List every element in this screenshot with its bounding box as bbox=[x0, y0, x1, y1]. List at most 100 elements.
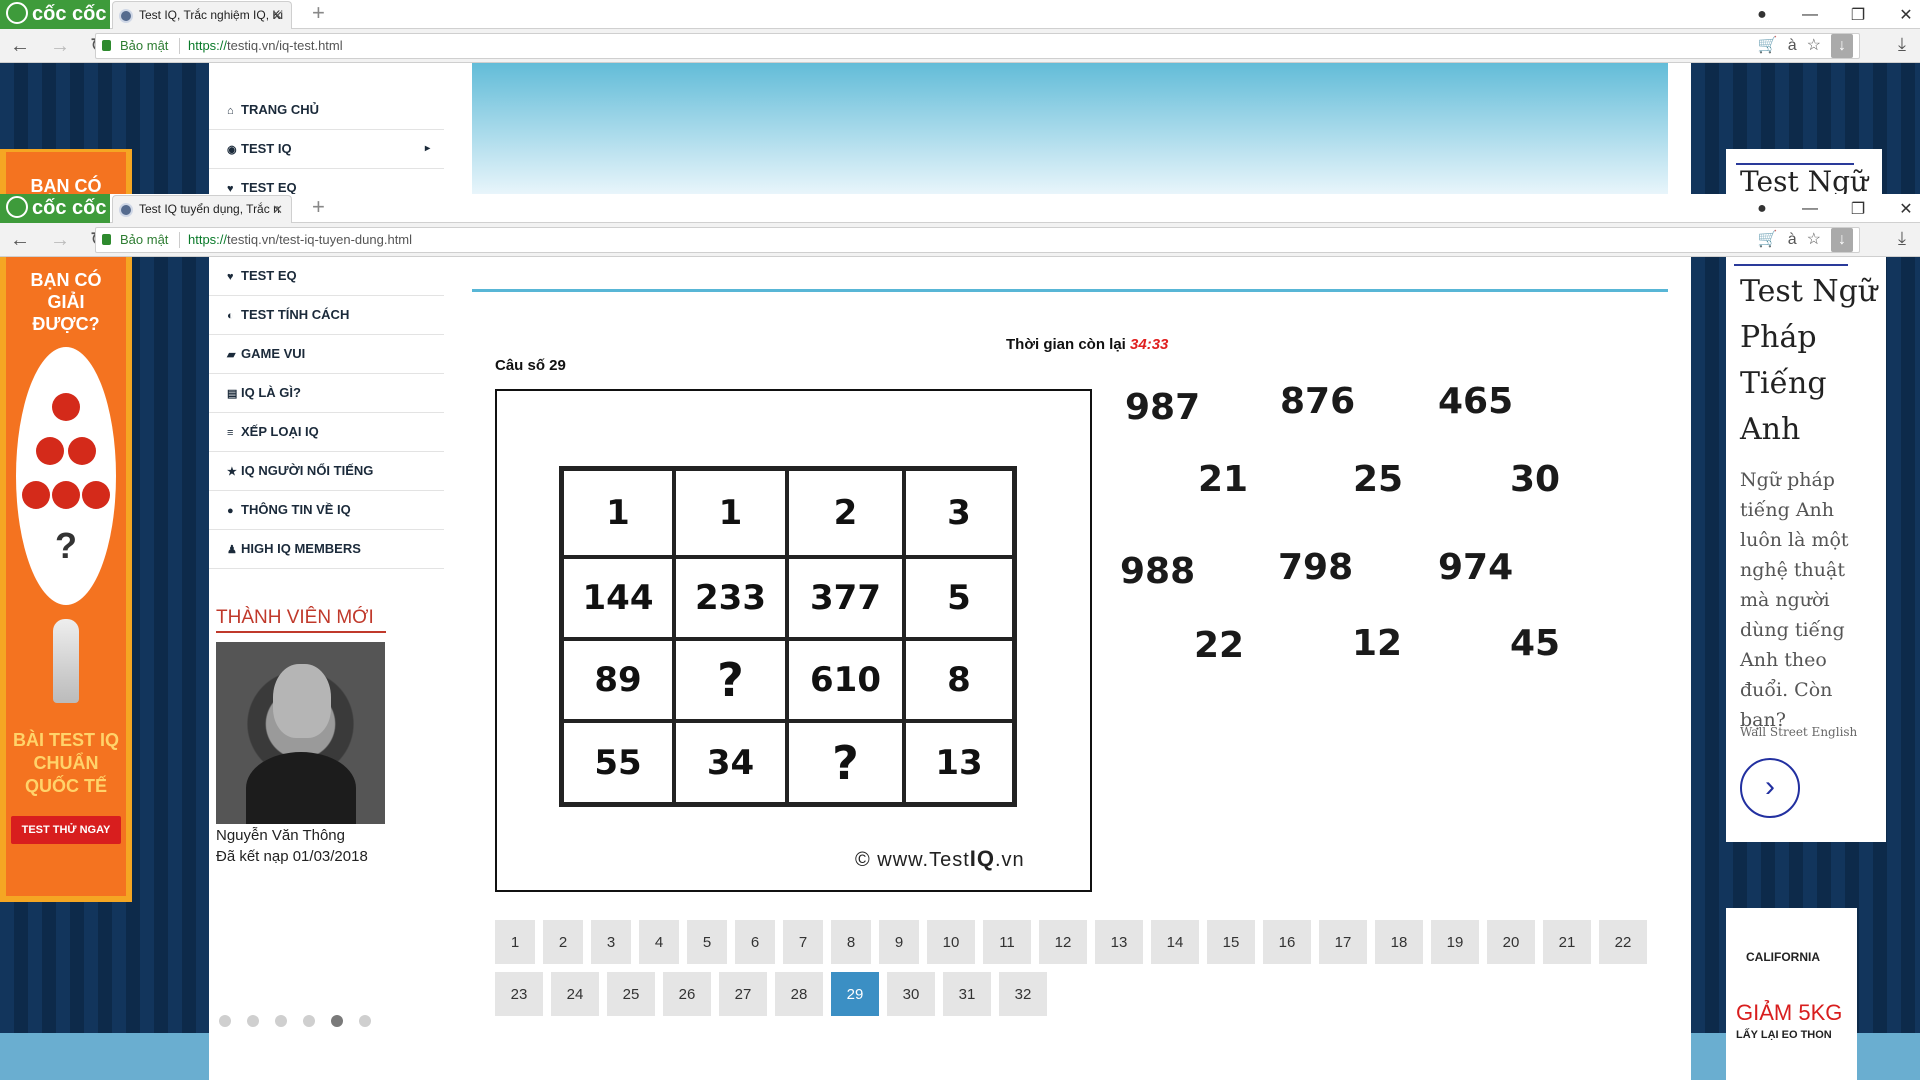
page-button[interactable]: 14 bbox=[1151, 920, 1199, 964]
answer-option[interactable]: 22 bbox=[1194, 625, 1244, 666]
ad-right-banner[interactable]: Test Ngữ Pháp Tiếng Anh Ngữ pháp tiếng A… bbox=[1726, 257, 1886, 842]
carousel-dot[interactable] bbox=[219, 1015, 231, 1027]
page-button[interactable]: 30 bbox=[887, 972, 935, 1016]
page-button[interactable]: 15 bbox=[1207, 920, 1255, 964]
forward-arrow-icon[interactable]: → bbox=[50, 34, 70, 58]
test-now-button[interactable]: TEST THỬ NGAY bbox=[11, 816, 121, 844]
download-arrow-icon[interactable]: ↓ bbox=[1831, 228, 1853, 252]
carousel-dot[interactable] bbox=[247, 1015, 259, 1027]
coccoc-logo[interactable]: cốc cốc bbox=[0, 194, 110, 223]
account-icon[interactable]: ● bbox=[1754, 6, 1770, 24]
bookmark-star-icon[interactable]: ☆ bbox=[1807, 228, 1821, 252]
page-button[interactable]: 24 bbox=[551, 972, 599, 1016]
menu-item-test-eq[interactable]: ♥ TEST EQ bbox=[209, 169, 444, 195]
cart-icon[interactable]: 🛒 bbox=[1758, 228, 1778, 252]
page-button[interactable]: 23 bbox=[495, 972, 543, 1016]
ad-left-back[interactable]: BẠN CÓ bbox=[0, 149, 132, 196]
ad-left-banner[interactable]: BẠN CÓ GIẢI ĐƯỢC? ? BÀI TEST IQ CHUẨN QUỐC T… bbox=[0, 257, 132, 902]
minimize-icon[interactable]: — bbox=[1802, 6, 1818, 24]
new-tab-icon[interactable]: + bbox=[312, 0, 325, 26]
carousel-dot[interactable] bbox=[275, 1015, 287, 1027]
page-button[interactable]: 13 bbox=[1095, 920, 1143, 964]
page-button[interactable]: 12 bbox=[1039, 920, 1087, 964]
page-button[interactable]: 10 bbox=[927, 920, 975, 964]
page-button[interactable]: 18 bbox=[1375, 920, 1423, 964]
page-button[interactable]: 5 bbox=[687, 920, 727, 964]
page-button[interactable]: 3 bbox=[591, 920, 631, 964]
downloads-icon[interactable]: ⤓ bbox=[1898, 228, 1906, 249]
answer-option[interactable]: 21 bbox=[1198, 459, 1248, 500]
omnibox[interactable]: Bảo mật https://testiq.vn/test-iq-tuyen-… bbox=[95, 227, 1860, 253]
page-button[interactable]: 31 bbox=[943, 972, 991, 1016]
menu-item-games[interactable]: ▰ GAME VUI bbox=[209, 335, 444, 374]
translate-icon[interactable]: à bbox=[1788, 34, 1797, 58]
answer-option[interactable]: 987 bbox=[1125, 387, 1200, 428]
account-icon[interactable]: ● bbox=[1754, 200, 1770, 218]
page-button-active[interactable]: 29 bbox=[831, 972, 879, 1016]
page-button[interactable]: 25 bbox=[607, 972, 655, 1016]
forward-arrow-icon[interactable]: → bbox=[50, 228, 70, 252]
menu-item-what-is-iq[interactable]: ▤ IQ LÀ GÌ? bbox=[209, 374, 444, 413]
answer-option[interactable]: 974 bbox=[1438, 547, 1513, 588]
page-button[interactable]: 8 bbox=[831, 920, 871, 964]
tab-close-icon[interactable]: ✕ bbox=[272, 196, 283, 223]
member-avatar[interactable] bbox=[216, 642, 385, 824]
answer-option[interactable]: 798 bbox=[1278, 547, 1353, 588]
member-name[interactable]: Nguyễn Văn Thông bbox=[216, 827, 345, 844]
page-button[interactable]: 17 bbox=[1319, 920, 1367, 964]
page-button[interactable]: 16 bbox=[1263, 920, 1311, 964]
downloads-icon[interactable]: ⤓ bbox=[1898, 34, 1906, 55]
page-button[interactable]: 9 bbox=[879, 920, 919, 964]
browser-tab[interactable]: Test IQ, Trắc nghiệm IQ, Ki ✕ bbox=[112, 1, 292, 29]
minimize-icon[interactable]: — bbox=[1802, 200, 1818, 218]
carousel-dot[interactable] bbox=[303, 1015, 315, 1027]
page-button[interactable]: 7 bbox=[783, 920, 823, 964]
tab-close-icon[interactable]: ✕ bbox=[272, 2, 283, 29]
translate-icon[interactable]: à bbox=[1788, 228, 1797, 252]
answer-option[interactable]: 988 bbox=[1120, 551, 1195, 592]
page-button[interactable]: 6 bbox=[735, 920, 775, 964]
menu-item-test-eq[interactable]: ♥ TEST EQ bbox=[209, 257, 444, 296]
page-button[interactable]: 21 bbox=[1543, 920, 1591, 964]
page-button[interactable]: 32 bbox=[999, 972, 1047, 1016]
answer-option[interactable]: 876 bbox=[1280, 381, 1355, 422]
ad-right-banner-2[interactable]: CALIFORNIA GIẢM 5KG LẤY LẠI EO THON bbox=[1726, 908, 1857, 1080]
download-arrow-icon[interactable]: ↓ bbox=[1831, 34, 1853, 58]
restore-icon[interactable]: ❐ bbox=[1850, 5, 1866, 25]
back-arrow-icon[interactable]: ← bbox=[10, 34, 30, 58]
page-button[interactable]: 22 bbox=[1599, 920, 1647, 964]
answer-option[interactable]: 25 bbox=[1353, 459, 1403, 500]
close-window-icon[interactable]: ✕ bbox=[1898, 5, 1914, 25]
cart-icon[interactable]: 🛒 bbox=[1758, 34, 1778, 58]
omnibox[interactable]: Bảo mật https://testiq.vn/iq-test.html 🛒… bbox=[95, 33, 1860, 59]
menu-item-iq-ranking[interactable]: ≡ XẾP LOẠI IQ bbox=[209, 413, 444, 452]
page-button[interactable]: 28 bbox=[775, 972, 823, 1016]
page-button[interactable]: 20 bbox=[1487, 920, 1535, 964]
answer-option[interactable]: 12 bbox=[1352, 623, 1402, 664]
carousel-dot[interactable] bbox=[331, 1015, 343, 1027]
page-button[interactable]: 26 bbox=[663, 972, 711, 1016]
ad-right-back[interactable]: Test Ngữ bbox=[1726, 149, 1882, 194]
menu-item-famous-iq[interactable]: ★ IQ NGƯỜI NỔI TIẾNG bbox=[209, 452, 444, 491]
menu-item-test-iq[interactable]: ◉ TEST IQ ▸ bbox=[209, 130, 444, 169]
coccoc-logo[interactable]: cốc cốc bbox=[0, 0, 110, 29]
bookmark-star-icon[interactable]: ☆ bbox=[1807, 34, 1821, 58]
browser-tab[interactable]: Test IQ tuyển dụng, Trắc n ✕ bbox=[112, 195, 292, 223]
page-button[interactable]: 11 bbox=[983, 920, 1031, 964]
answer-option[interactable]: 465 bbox=[1438, 381, 1513, 422]
restore-icon[interactable]: ❐ bbox=[1850, 199, 1866, 219]
page-button[interactable]: 2 bbox=[543, 920, 583, 964]
new-tab-icon[interactable]: + bbox=[312, 194, 325, 220]
carousel-dot[interactable] bbox=[359, 1015, 371, 1027]
close-window-icon[interactable]: ✕ bbox=[1898, 199, 1914, 219]
menu-item-home[interactable]: ⌂ TRANG CHỦ bbox=[209, 91, 444, 130]
page-button[interactable]: 27 bbox=[719, 972, 767, 1016]
menu-item-high-iq-members[interactable]: ♟ HIGH IQ MEMBERS bbox=[209, 530, 444, 569]
page-button[interactable]: 19 bbox=[1431, 920, 1479, 964]
back-arrow-icon[interactable]: ← bbox=[10, 228, 30, 252]
chevron-right-icon[interactable]: › bbox=[1740, 758, 1800, 818]
answer-option[interactable]: 45 bbox=[1510, 623, 1560, 664]
answer-option[interactable]: 30 bbox=[1510, 459, 1560, 500]
page-button[interactable]: 1 bbox=[495, 920, 535, 964]
menu-item-personality[interactable]: ◐ TEST TÍNH CÁCH bbox=[209, 296, 444, 335]
